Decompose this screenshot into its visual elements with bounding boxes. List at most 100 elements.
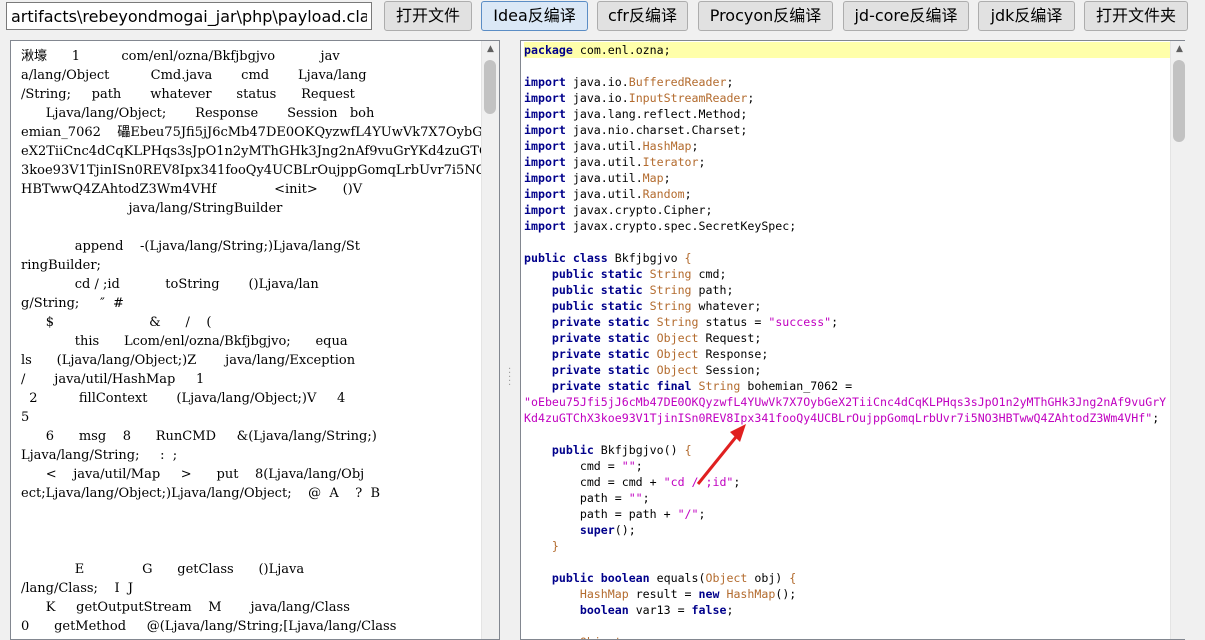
code-line: import java.io.InputStreamReader; — [524, 90, 1184, 106]
split-divider[interactable]: · · · · · — [500, 40, 520, 640]
code-token: Object — [656, 363, 699, 377]
raw-bytes-line: < java/util/Map > put 8(Ljava/lang/Obj — [21, 467, 365, 482]
raw-bytes-line: this Lcom/enl/ozna/Bkfjbgjvo; equa — [21, 334, 348, 349]
code-token: import — [524, 203, 566, 217]
code-line: super(); — [524, 522, 1184, 538]
right-scroll-thumb[interactable] — [1173, 60, 1185, 142]
code-line: private static Object Response; — [524, 346, 1184, 362]
raw-bytes-panel[interactable]: 湫壕 1 com/enl/ozna/Bkfjbgjvo jav a/lang/Ob… — [10, 40, 500, 640]
code-token: path; — [691, 283, 734, 297]
code-token: ; — [831, 315, 839, 329]
raw-bytes-line — [21, 218, 499, 237]
scroll-up-icon[interactable]: ▲ — [1171, 41, 1188, 58]
raw-bytes-line — [21, 541, 499, 560]
raw-bytes-line: 5 — [21, 410, 30, 425]
code-token: { — [684, 251, 692, 265]
code-line: private static final String bohemian_706… — [524, 378, 1184, 394]
code-token: ; — [726, 603, 734, 617]
code-line: Object so; — [524, 634, 1184, 639]
code-token: path = — [524, 491, 629, 505]
path-input[interactable] — [6, 2, 372, 30]
raw-bytes-line: 6 msg 8 RunCMD &(Ljava/lang/String;) — [21, 429, 377, 444]
code-token: } — [551, 539, 559, 553]
code-token: (); — [614, 523, 636, 537]
code-line: private static Object Session; — [524, 362, 1184, 378]
left-scroll-thumb[interactable] — [484, 60, 496, 114]
code-line: import java.util.HashMap; — [524, 138, 1184, 154]
raw-bytes-line: 3koe93V1TjinISn0REV8Ipx341fooQy4UCBLrOuj… — [21, 163, 495, 178]
code-token: status = — [698, 315, 769, 329]
code-token: import — [524, 123, 566, 137]
code-token: import — [524, 91, 566, 105]
raw-bytes-line: HBTwwQ4ZAhtodZ3Wm4VHf <init> ()V — [21, 182, 363, 197]
code-line: private static String status = "success"… — [524, 314, 1184, 330]
code-line: import java.util.Iterator; — [524, 154, 1184, 170]
scroll-up-icon[interactable]: ▲ — [482, 41, 499, 58]
idea-decompile-button[interactable]: Idea反编译 — [481, 1, 588, 31]
code-token: Object — [580, 635, 622, 639]
code-token: ; — [684, 187, 692, 201]
code-token: package — [524, 43, 573, 57]
code-token: result = — [628, 587, 699, 601]
code-token: "/" — [677, 507, 699, 521]
left-scrollbar[interactable]: ▲ — [481, 41, 499, 639]
code-token: cmd = cmd + — [524, 475, 664, 489]
code-token: cmd = — [524, 459, 622, 473]
jdk-decompile-button[interactable]: jdk反编译 — [978, 1, 1075, 31]
code-token: ; — [635, 459, 643, 473]
raw-bytes-line: /String; path whatever status Request — [21, 87, 355, 102]
code-line: import java.util.Random; — [524, 186, 1184, 202]
code-token: ; — [747, 91, 755, 105]
code-token: HashMap — [579, 587, 629, 601]
code-token: Response; — [698, 347, 769, 361]
code-line: import java.nio.charset.Charset; — [524, 122, 1184, 138]
code-token: equals( — [649, 571, 706, 585]
code-line: path = ""; — [524, 490, 1184, 506]
code-token: import — [524, 155, 566, 169]
code-token: so; — [622, 635, 650, 639]
raw-bytes-line: emian_7062 礧Ebeu75Jfi5jJ6cMb47DE0OKQyzwf… — [21, 125, 483, 140]
code-token: java.util. — [565, 155, 643, 169]
open-file-button[interactable]: 打开文件 — [384, 1, 472, 31]
code-token: private static — [551, 347, 650, 361]
code-line: public static String whatever; — [524, 298, 1184, 314]
code-token: public static — [551, 299, 643, 313]
right-scrollbar[interactable]: ▲ — [1170, 41, 1188, 639]
code-line: import javax.crypto.Cipher; — [524, 202, 1184, 218]
procyon-decompile-button[interactable]: Procyon反编译 — [698, 1, 833, 31]
annotation-arrow-icon — [696, 424, 746, 485]
code-token: Object — [705, 571, 748, 585]
code-token: Object — [656, 347, 699, 361]
raw-bytes-line: ringBuilder; — [21, 258, 101, 273]
code-token: private static final — [551, 379, 692, 393]
code-token: "" — [628, 491, 643, 505]
cfr-decompile-button[interactable]: cfr反编译 — [597, 1, 688, 31]
jd-core-decompile-button[interactable]: jd-core反编译 — [843, 1, 969, 31]
open-folder-button[interactable]: 打开文件夹 — [1084, 1, 1188, 31]
code-token: { — [789, 571, 797, 585]
raw-bytes-line: 湫壕 1 com/enl/ozna/Bkfjbgjvo jav — [21, 49, 340, 64]
code-line: public static String path; — [524, 282, 1184, 298]
code-token: public class — [524, 251, 608, 265]
decompiled-code-panel[interactable]: package com.enl.ozna; import java.io.Buff… — [520, 40, 1185, 640]
raw-bytes-line — [21, 503, 499, 522]
code-token: ; — [691, 139, 699, 153]
code-line: cmd = ""; — [524, 458, 1184, 474]
